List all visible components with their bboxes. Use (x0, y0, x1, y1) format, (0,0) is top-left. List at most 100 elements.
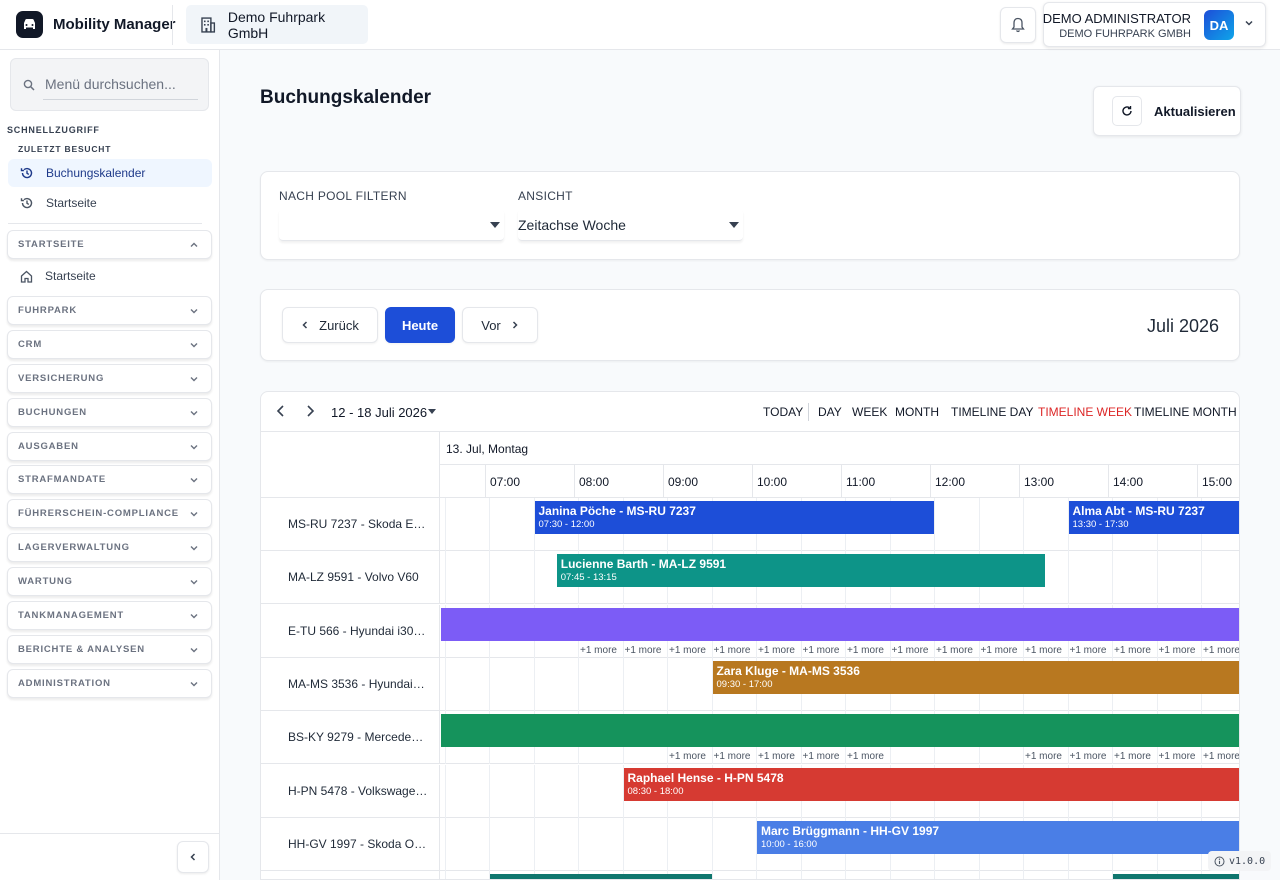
more-link[interactable]: +1 more (714, 645, 751, 656)
more-link[interactable]: +1 more (1070, 645, 1107, 656)
more-link[interactable]: +1 more (580, 645, 617, 656)
more-link[interactable]: +1 more (981, 645, 1018, 656)
notifications-button[interactable] (1000, 7, 1036, 43)
hour-label: 12:00 (930, 465, 1019, 498)
nav-group-tankmanagement[interactable]: TANKMANAGEMENT (7, 601, 212, 630)
nav-group-wartung[interactable]: WARTUNG (7, 567, 212, 596)
nav-group-fuhrpark[interactable]: FUHRPARK (7, 296, 212, 325)
back-button[interactable]: Zurück (282, 307, 378, 343)
more-link[interactable]: +1 more (1203, 645, 1239, 656)
more-link[interactable]: +1 more (758, 645, 795, 656)
user-company: DEMO FUHRPARK GMBH (1059, 28, 1191, 40)
booking-event[interactable]: Lucienne Barth - MA-LZ 9591 07:45 - 13:15 (556, 554, 1046, 587)
more-link[interactable]: +1 more (1114, 645, 1151, 656)
resource-name: H-PN 5478 - Volkswagen Golf (288, 784, 428, 798)
booking-event[interactable]: Janina Pöche - MS-RU 7237 07:30 - 12:00 (534, 501, 934, 534)
sidebar-item-label: Startseite (45, 269, 96, 283)
more-link[interactable]: +1 more (803, 645, 840, 656)
resource-row-label[interactable]: BS-KY 9279 - Mercedes-Benz (261, 711, 440, 764)
company-switcher[interactable]: Demo Fuhrpark GmbH (186, 5, 368, 44)
view-timeline-week[interactable]: TIMELINE WEEK (1038, 405, 1132, 419)
brand[interactable]: Mobility Manager (16, 11, 176, 38)
booking-event[interactable]: Simon Mandl - B-XL 2059 (490, 874, 712, 879)
more-link[interactable]: +1 more (669, 751, 706, 762)
nav-group-buchungen[interactable]: BUCHUNGEN (7, 398, 212, 427)
grid-line (1023, 498, 1024, 551)
search-icon (23, 79, 35, 91)
resource-row-label[interactable]: B-XL 2059 - Opel Astra (261, 871, 440, 879)
booking-event[interactable]: Raphael Hense - H-PN 5478 08:30 - 18:00 (623, 768, 1239, 801)
grid-line (533, 551, 535, 604)
resource-row-label[interactable]: H-PN 5478 - Volkswagen Golf (261, 765, 440, 818)
more-link[interactable]: +1 more (847, 751, 884, 762)
next-button[interactable]: Vor (462, 307, 538, 343)
more-link[interactable]: +1 more (1159, 645, 1196, 656)
grid-line (934, 871, 935, 879)
today-button[interactable]: Heute (385, 307, 455, 343)
more-link[interactable]: +1 more (1070, 751, 1107, 762)
booking-event[interactable]: Alma Abt - MS-RU 7237 13:30 - 17:30 (1068, 501, 1239, 534)
resource-row-label[interactable]: MS-RU 7237 - Skoda Enyaq (261, 498, 440, 551)
prev-arrow-icon[interactable] (275, 404, 287, 418)
recent-item-buchungskalender[interactable]: Buchungskalender (8, 159, 212, 187)
search-input[interactable] (43, 68, 198, 100)
view-week[interactable]: WEEK (852, 405, 887, 419)
caret-down-icon (428, 409, 436, 414)
more-link[interactable]: +1 more (714, 751, 751, 762)
divider (808, 403, 809, 421)
collapse-sidebar-button[interactable] (177, 841, 209, 873)
chevron-left-icon (190, 853, 196, 861)
resource-row-label[interactable]: E-TU 566 - Hyundai i30 Fastback (261, 605, 440, 658)
view-timeline-month[interactable]: TIMELINE MONTH (1134, 405, 1237, 419)
more-link[interactable]: +1 more (669, 645, 706, 656)
more-link[interactable]: +1 more (1025, 751, 1062, 762)
nav-group-strafmandate[interactable]: STRAFMANDATE (7, 465, 212, 494)
view-label: ANSICHT (518, 189, 573, 203)
divider (172, 5, 173, 45)
view-month[interactable]: MONTH (895, 405, 939, 419)
nav-group-administration[interactable]: ADMINISTRATION (7, 669, 212, 698)
resource-row-label[interactable]: MA-MS 3536 - Hyundai i30 (261, 658, 440, 711)
hour-label: 08:00 (574, 465, 663, 498)
nav-group-crm[interactable]: CRM (7, 330, 212, 359)
booking-event[interactable]: Marc Brüggmann - HH-GV 1997 10:00 - 16:00 (757, 821, 1239, 854)
date-range-picker[interactable]: 12 - 18 Juli 2026 (331, 405, 427, 420)
more-link[interactable]: +1 more (892, 645, 929, 656)
next-arrow-icon[interactable] (304, 404, 316, 418)
nav-group-lagerverwaltung[interactable]: LAGERVERWALTUNG (7, 533, 212, 562)
more-link[interactable]: +1 more (625, 645, 662, 656)
user-menu[interactable]: DEMO ADMINISTRATOR DEMO FUHRPARK GMBH DA (1043, 2, 1266, 47)
more-link[interactable]: +1 more (936, 645, 973, 656)
booking-event[interactable]: Zara Kluge - MA-MS 3536 09:30 - 17:00 (712, 661, 1239, 694)
more-link[interactable]: +1 more (1025, 645, 1062, 656)
nav-group-führerschein-compliance[interactable]: FÜHRERSCHEIN-COMPLIANCE (7, 499, 212, 528)
nav-group-ausgaben[interactable]: AUSGABEN (7, 432, 212, 461)
view-select[interactable]: Zeitachse Woche (518, 209, 743, 241)
booking-event[interactable] (441, 608, 1239, 641)
current-month: Juli 2026 (1147, 316, 1220, 336)
nav-group-label: CRM (18, 339, 43, 350)
more-link[interactable]: +1 more (1203, 751, 1239, 762)
sidebar-item-startseite[interactable]: Startseite (8, 262, 212, 290)
booking-event[interactable]: Beat Brendle - B-XL 2059 (1113, 874, 1239, 879)
nav-group-versicherung[interactable]: VERSICHERUNG (7, 364, 212, 393)
refresh-button[interactable]: Aktualisieren (1093, 86, 1241, 136)
more-link[interactable]: +1 more (847, 645, 884, 656)
more-link[interactable]: +1 more (1114, 751, 1151, 762)
resource-row-label[interactable]: HH-GV 1997 - Skoda Octavia (261, 818, 440, 871)
pool-filter-select[interactable] (279, 209, 504, 241)
resource-row-label[interactable]: MA-LZ 9591 - Volvo V60 (261, 551, 440, 604)
nav-group-label: TANKMANAGEMENT (18, 610, 125, 621)
more-link[interactable]: +1 more (803, 751, 840, 762)
more-link[interactable]: +1 more (758, 751, 795, 762)
view-day[interactable]: DAY (818, 405, 842, 419)
view-today[interactable]: TODAY (763, 405, 803, 419)
grid-line (711, 818, 713, 871)
booking-event[interactable] (441, 714, 1239, 747)
chevron-down-icon (190, 478, 198, 483)
nav-group-startseite[interactable]: STARTSEITE (7, 230, 212, 259)
recent-item-startseite[interactable]: Startseite (8, 189, 212, 217)
nav-group-berichte-analysen[interactable]: BERICHTE & ANALYSEN (7, 635, 212, 664)
view-timeline-day[interactable]: TIMELINE DAY (951, 405, 1033, 419)
more-link[interactable]: +1 more (1159, 751, 1196, 762)
